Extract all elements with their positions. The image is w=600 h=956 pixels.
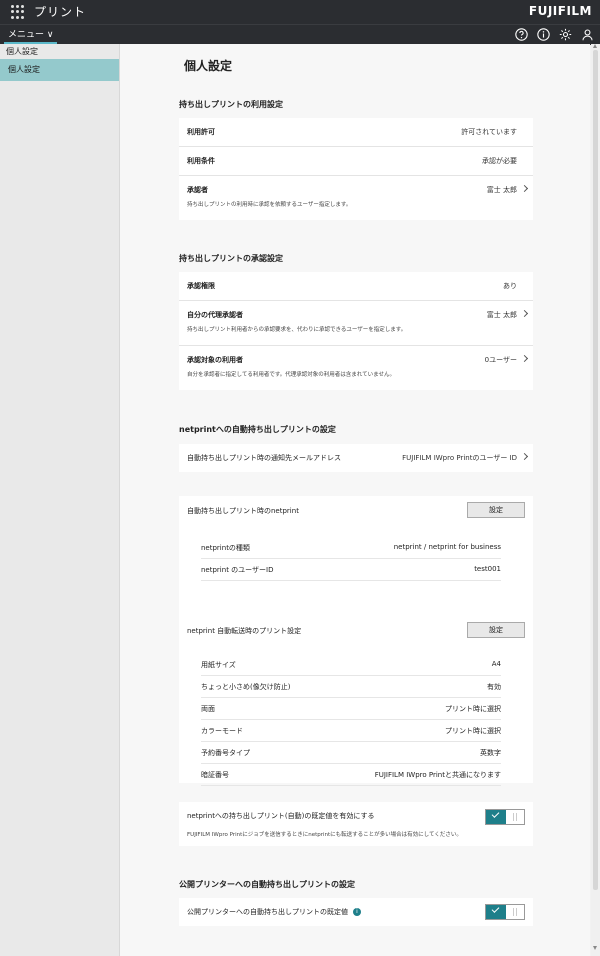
row-label: 予約番号タイプ [201,749,250,757]
card-label: netprint 自動転送時のプリント設定 [187,627,302,635]
row-label: 承認者 [187,186,208,194]
check-icon [486,905,506,919]
row-value: 有効 [487,683,501,691]
toggle-label: 公開プリンターへの自動持ち出しプリントの既定値 [187,908,348,916]
row-description: 持ち出しプリントの利用時に承認を依頼するユーザー指定します。 [187,202,352,208]
netprint-default-toggle-card: netprintへの持ち出しプリント(自動)の既定値を有効にする FUJIFIL… [179,802,533,846]
row-label: 両面 [201,705,215,713]
print-setting-row: 予約番号タイプ 英数字 [201,741,501,764]
section-title-approval: 持ち出しプリントの承認設定 [179,254,283,263]
usage-row-permission: 利用許可 許可されています [179,118,533,147]
approval-row-target-users[interactable]: 承認対象の利用者 0ユーザー 自分を承認者に指定してる利用者です。代理承認対象の… [179,346,533,390]
print-setting-row: カラーモード プリント時に選択 [201,719,501,742]
row-label: 暗証番号 [201,771,229,779]
chevron-down-icon: ∨ [46,30,54,40]
print-setting-row: ちょっと小さめ(像欠け防止) 有効 [201,675,501,698]
app-grid-icon[interactable] [11,5,25,19]
print-settings-button[interactable]: 設定 [467,622,525,638]
toggle-label-wrap: 公開プリンターへの自動持ち出しプリントの既定値 i [187,907,361,917]
netprint-mail-row[interactable]: 自動持ち出しプリント時の通知先メールアドレス FUJIFILM IWpro Pr… [179,444,533,472]
section-title-public: 公開プリンターへの自動持ち出しプリントの設定 [179,880,355,889]
row-value: プリント時に選択 [445,727,501,735]
brand-logo: FUJIFILM [528,4,592,18]
sidebar-item-personal-settings[interactable]: 個人設定 [0,59,119,81]
chevron-right-icon [520,452,529,461]
netprint-default-toggle[interactable] [485,809,525,825]
row-value: 富士 太郎 [486,186,517,194]
sub-bar: メニュー ∨ [0,24,600,45]
row-value: 富士 太郎 [486,311,517,319]
chevron-right-icon [520,184,529,193]
sidebar-group-label: 個人設定 [6,47,38,56]
row-label: 自分の代理承認者 [187,311,243,319]
main-content: 個人設定 持ち出しプリントの利用設定 利用許可 許可されています 利用条件 承認… [120,44,590,956]
section-title-usage: 持ち出しプリントの利用設定 [179,100,283,109]
row-value: netprint / netprint for business [393,543,501,551]
scroll-up-icon[interactable] [593,44,597,48]
print-setting-row: 暗証番号 FUJIFILM IWpro Printと共通になります [201,763,501,786]
section-title-netprint: netprintへの自動持ち出しプリントの設定 [179,425,336,434]
menu-label: メニュー [8,30,45,40]
check-icon [486,810,506,824]
row-description: 持ち出しプリント利用者からの承認要求を、代わりに承認できるユーザーを指定します。 [187,327,407,333]
scroll-down-icon[interactable] [593,946,597,950]
row-value: test001 [474,565,501,573]
toggle-handle [513,908,517,916]
netprint-type-row: netprintの種類 netprint / netprint for busi… [201,536,501,559]
help-icon[interactable] [514,27,528,41]
top-bar: プリント FUJIFILM [0,0,600,24]
netprint-mail-card: 自動持ち出しプリント時の通知先メールアドレス FUJIFILM IWpro Pr… [179,444,533,472]
menu-button[interactable]: メニュー ∨ [4,27,58,44]
row-value: プリント時に選択 [445,705,501,713]
row-label: カラーモード [201,727,243,735]
scrollbar-thumb[interactable] [593,50,598,890]
row-description: 自分を承認者に指定してる利用者です。代理承認対象の利用者は含まれていません。 [187,372,395,378]
print-setting-row: 両面 プリント時に選択 [201,697,501,720]
row-value: 0ユーザー [484,356,517,364]
scrollbar[interactable] [591,44,600,956]
info-icon[interactable] [536,27,550,41]
row-label: 承認対象の利用者 [187,356,243,364]
row-value: A4 [491,660,501,668]
toggle-description: FUJIFILM IWpro Printにジョブを送信するときにnetprint… [187,832,462,838]
usage-row-condition: 利用条件 承認が必要 [179,147,533,176]
approval-card: 承認権限 あり 自分の代理承認者 富士 太郎 持ち出しプリント利用者からの承認要… [179,272,533,390]
approval-row-proxy[interactable]: 自分の代理承認者 富士 太郎 持ち出しプリント利用者からの承認要求を、代わりに承… [179,301,533,346]
card-label: 自動持ち出しプリント時のnetprint [187,507,299,515]
app-title: プリント [34,5,87,19]
row-label: 承認権限 [187,282,215,290]
toggle-handle [513,813,517,821]
row-value: 英数字 [480,749,501,757]
row-label: 用紙サイズ [201,661,236,669]
row-value: あり [503,282,517,290]
info-icon[interactable]: i [353,908,361,916]
public-toggle-card: 公開プリンターへの自動持ち出しプリントの既定値 i [179,898,533,926]
usage-card: 利用許可 許可されています 利用条件 承認が必要 承認者 富士 太郎 持ち出しプ… [179,118,533,220]
print-setting-row: 用紙サイズ A4 [201,653,501,676]
toggle-label: netprintへの持ち出しプリント(自動)の既定値を有効にする [187,812,375,820]
row-label: ちょっと小さめ(像欠け防止) [201,683,291,691]
gear-icon[interactable] [558,27,572,41]
row-label: 自動持ち出しプリント時の通知先メールアドレス [187,454,341,462]
netprint-print-settings-card: netprint 自動転送時のプリント設定 設定 用紙サイズ A4 ちょっと小さ… [179,615,533,786]
netprint-userid-row: netprint のユーザーID test001 [201,558,501,581]
netprint-settings-button[interactable]: 設定 [467,502,525,518]
netprint-account-card: 自動持ち出しプリント時のnetprint 設定 netprintの種類 netp… [179,496,533,634]
public-default-toggle[interactable] [485,904,525,920]
chevron-right-icon [520,309,529,318]
row-label: netprint のユーザーID [201,566,274,574]
sidebar: 個人設定 個人設定 [0,44,120,956]
chevron-right-icon [520,354,529,363]
row-label: 利用条件 [187,157,215,165]
row-value: FUJIFILM IWpro Printのユーザー ID [402,454,517,462]
page-title: 個人設定 [184,59,233,73]
row-value: 承認が必要 [482,157,517,165]
row-value: 許可されています [461,128,517,136]
row-value: FUJIFILM IWpro Printと共通になります [374,771,501,779]
usage-row-approver[interactable]: 承認者 富士 太郎 持ち出しプリントの利用時に承認を依頼するユーザー指定します。 [179,176,533,220]
user-icon[interactable] [580,27,594,41]
row-label: 利用許可 [187,128,215,136]
row-label: netprintの種類 [201,544,250,552]
approval-row-authority: 承認権限 あり [179,272,533,301]
